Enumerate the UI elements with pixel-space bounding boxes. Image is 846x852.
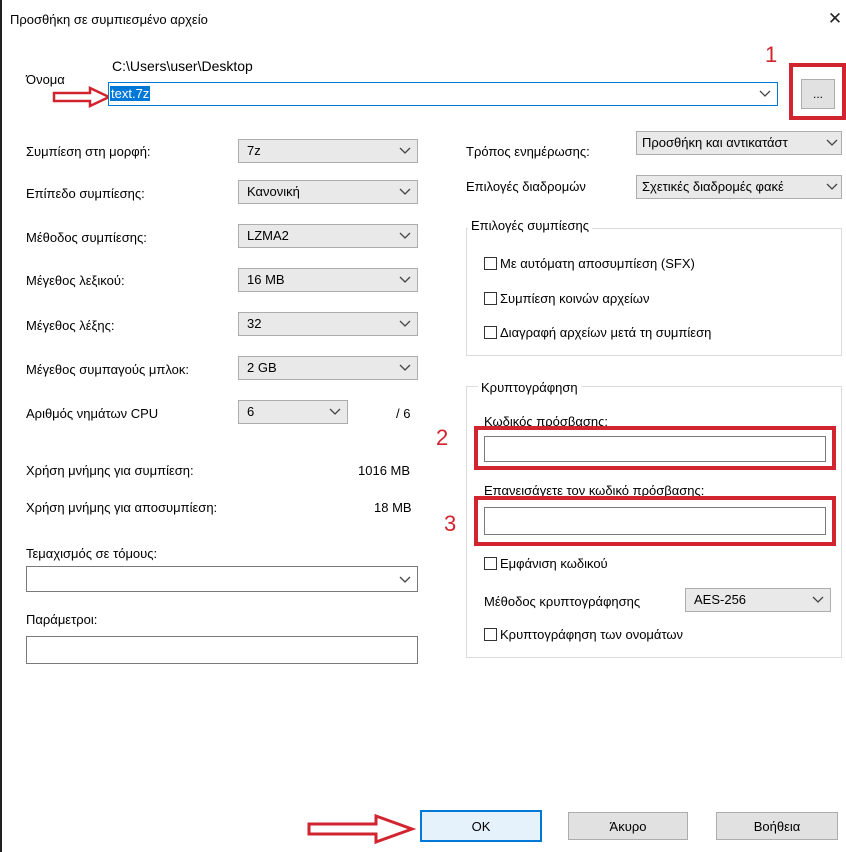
format-label: Συμπίεση στη μορφή: [26, 144, 151, 159]
window-title: Προσθήκη σε συμπιεσμένο αρχείο [10, 12, 208, 27]
path-mode-value: Σχετικές διαδρομές φακέ [642, 179, 784, 194]
chevron-down-icon [399, 147, 411, 154]
format-select[interactable]: 7z [238, 139, 418, 163]
split-volumes-combo[interactable] [26, 566, 418, 592]
checkbox-box-icon [484, 292, 497, 305]
method-label: Μέθοδος συμπίεσης: [26, 230, 147, 245]
chevron-down-icon [826, 135, 838, 149]
archive-name-label: Όνομα [26, 72, 65, 87]
word-size-value: 32 [247, 316, 262, 331]
checkbox-box-icon [484, 257, 497, 270]
level-select[interactable]: Κανονική [238, 180, 418, 204]
method-value: LZMA2 [247, 228, 289, 243]
checkbox-box-icon [484, 557, 497, 570]
password-input[interactable] [484, 436, 826, 462]
solid-block-select[interactable]: 2 GB [238, 356, 418, 380]
chevron-down-icon [399, 276, 411, 283]
memory-decompress-value: 18 MB [374, 500, 412, 515]
annotation-number-2: 2 [436, 425, 449, 450]
show-password-checkbox-label: Εμφάνιση κωδικού [500, 556, 608, 571]
chevron-down-icon [399, 364, 411, 371]
encryption-title: Κρυπτογράφηση [478, 380, 581, 395]
chevron-down-icon [329, 408, 341, 415]
show-password-checkbox[interactable]: Εμφάνιση κωδικού [484, 556, 608, 571]
cpu-threads-value: 6 [247, 404, 255, 419]
chevron-down-icon [399, 188, 411, 195]
sfx-checkbox-label: Με αυτόματη αποσυμπίεση (SFX) [500, 256, 695, 271]
annotation-number-3: 3 [444, 511, 457, 536]
annotation-number-1: 1 [765, 42, 778, 67]
shared-files-checkbox[interactable]: Συμπίεση κοινών αρχείων [484, 291, 649, 306]
dictionary-value: 16 MB [247, 272, 285, 287]
cancel-button[interactable]: Άκυρο [568, 812, 688, 840]
cpu-threads-label: Αριθμός νημάτων CPU [26, 406, 159, 421]
dictionary-select[interactable]: 16 MB [238, 268, 418, 292]
memory-decompress-label: Χρήση μνήμης για αποσυμπίεση: [26, 500, 218, 515]
level-label: Επίπεδο συμπίεσης: [26, 186, 145, 201]
archive-name-selected-text: text.7z [110, 86, 151, 101]
memory-compress-value: 1016 MB [358, 463, 411, 478]
window-left-edge [0, 0, 2, 852]
encrypt-names-checkbox[interactable]: Κρυπτογράφηση των ονομάτων [484, 627, 683, 642]
red-arrow-filename-icon [52, 86, 112, 108]
word-size-label: Μέγεθος λέξης: [26, 318, 115, 333]
solid-block-label: Μέγεθος συμπαγούς μπλοκ: [26, 362, 190, 377]
parameters-label: Παράμετροι: [26, 612, 98, 627]
format-value: 7z [247, 143, 261, 158]
reenter-password-input[interactable] [484, 507, 826, 535]
chevron-down-icon [759, 90, 771, 97]
path-mode-select[interactable]: Σχετικές διαδρομές φακέ [636, 175, 842, 199]
archive-name-combo[interactable]: text.7z [108, 82, 778, 106]
chevron-down-icon [399, 576, 411, 583]
encryption-method-label: Μέθοδος κρυπτογράφησης [484, 594, 641, 609]
chevron-down-icon [399, 320, 411, 327]
word-size-select[interactable]: 32 [238, 312, 418, 336]
path-mode-label: Επιλογές διαδρομών [466, 179, 586, 194]
split-volumes-label: Τεμαχισμός σε τόμους: [26, 546, 158, 561]
encryption-method-select[interactable]: AES-256 [685, 588, 831, 612]
delete-after-checkbox-label: Διαγραφή αρχείων μετά τη συμπίεση [500, 325, 712, 340]
delete-after-checkbox[interactable]: Διαγραφή αρχείων μετά τη συμπίεση [484, 325, 711, 340]
update-mode-label: Τρόπος ενημέρωσης: [466, 144, 590, 159]
dictionary-label: Μέγεθος λεξικού: [26, 273, 125, 288]
chevron-down-icon [399, 232, 411, 239]
encryption-method-value: AES-256 [694, 592, 747, 607]
chevron-down-icon [826, 179, 838, 193]
red-arrow-ok-icon [307, 813, 416, 845]
parameters-input[interactable] [26, 636, 418, 664]
memory-compress-label: Χρήση μνήμης για συμπίεση: [26, 463, 194, 478]
browse-button[interactable]: ... [801, 79, 835, 109]
cpu-threads-select[interactable]: 6 [238, 400, 348, 424]
method-select[interactable]: LZMA2 [238, 224, 418, 248]
checkbox-box-icon [484, 628, 497, 641]
checkbox-box-icon [484, 326, 497, 339]
cpu-threads-max: / 6 [396, 406, 411, 421]
sfx-checkbox[interactable]: Με αυτόματη αποσυμπίεση (SFX) [484, 256, 695, 271]
shared-files-checkbox-label: Συμπίεση κοινών αρχείων [500, 291, 650, 306]
compression-options-title: Επιλογές συμπίεσης [468, 218, 593, 233]
chevron-down-icon [812, 596, 824, 603]
ok-button[interactable]: OK [420, 810, 542, 842]
encrypt-names-checkbox-label: Κρυπτογράφηση των ονομάτων [500, 627, 684, 642]
update-mode-select[interactable]: Προσθήκη και αντικατάστ [636, 131, 842, 155]
help-button[interactable]: Βοήθεια [716, 812, 838, 840]
level-value: Κανονική [247, 184, 300, 199]
solid-block-value: 2 GB [247, 360, 277, 375]
update-mode-value: Προσθήκη και αντικατάστ [642, 135, 788, 150]
close-button[interactable]: ✕ [824, 8, 846, 30]
archive-path: C:\Users\user\Desktop [112, 58, 253, 74]
